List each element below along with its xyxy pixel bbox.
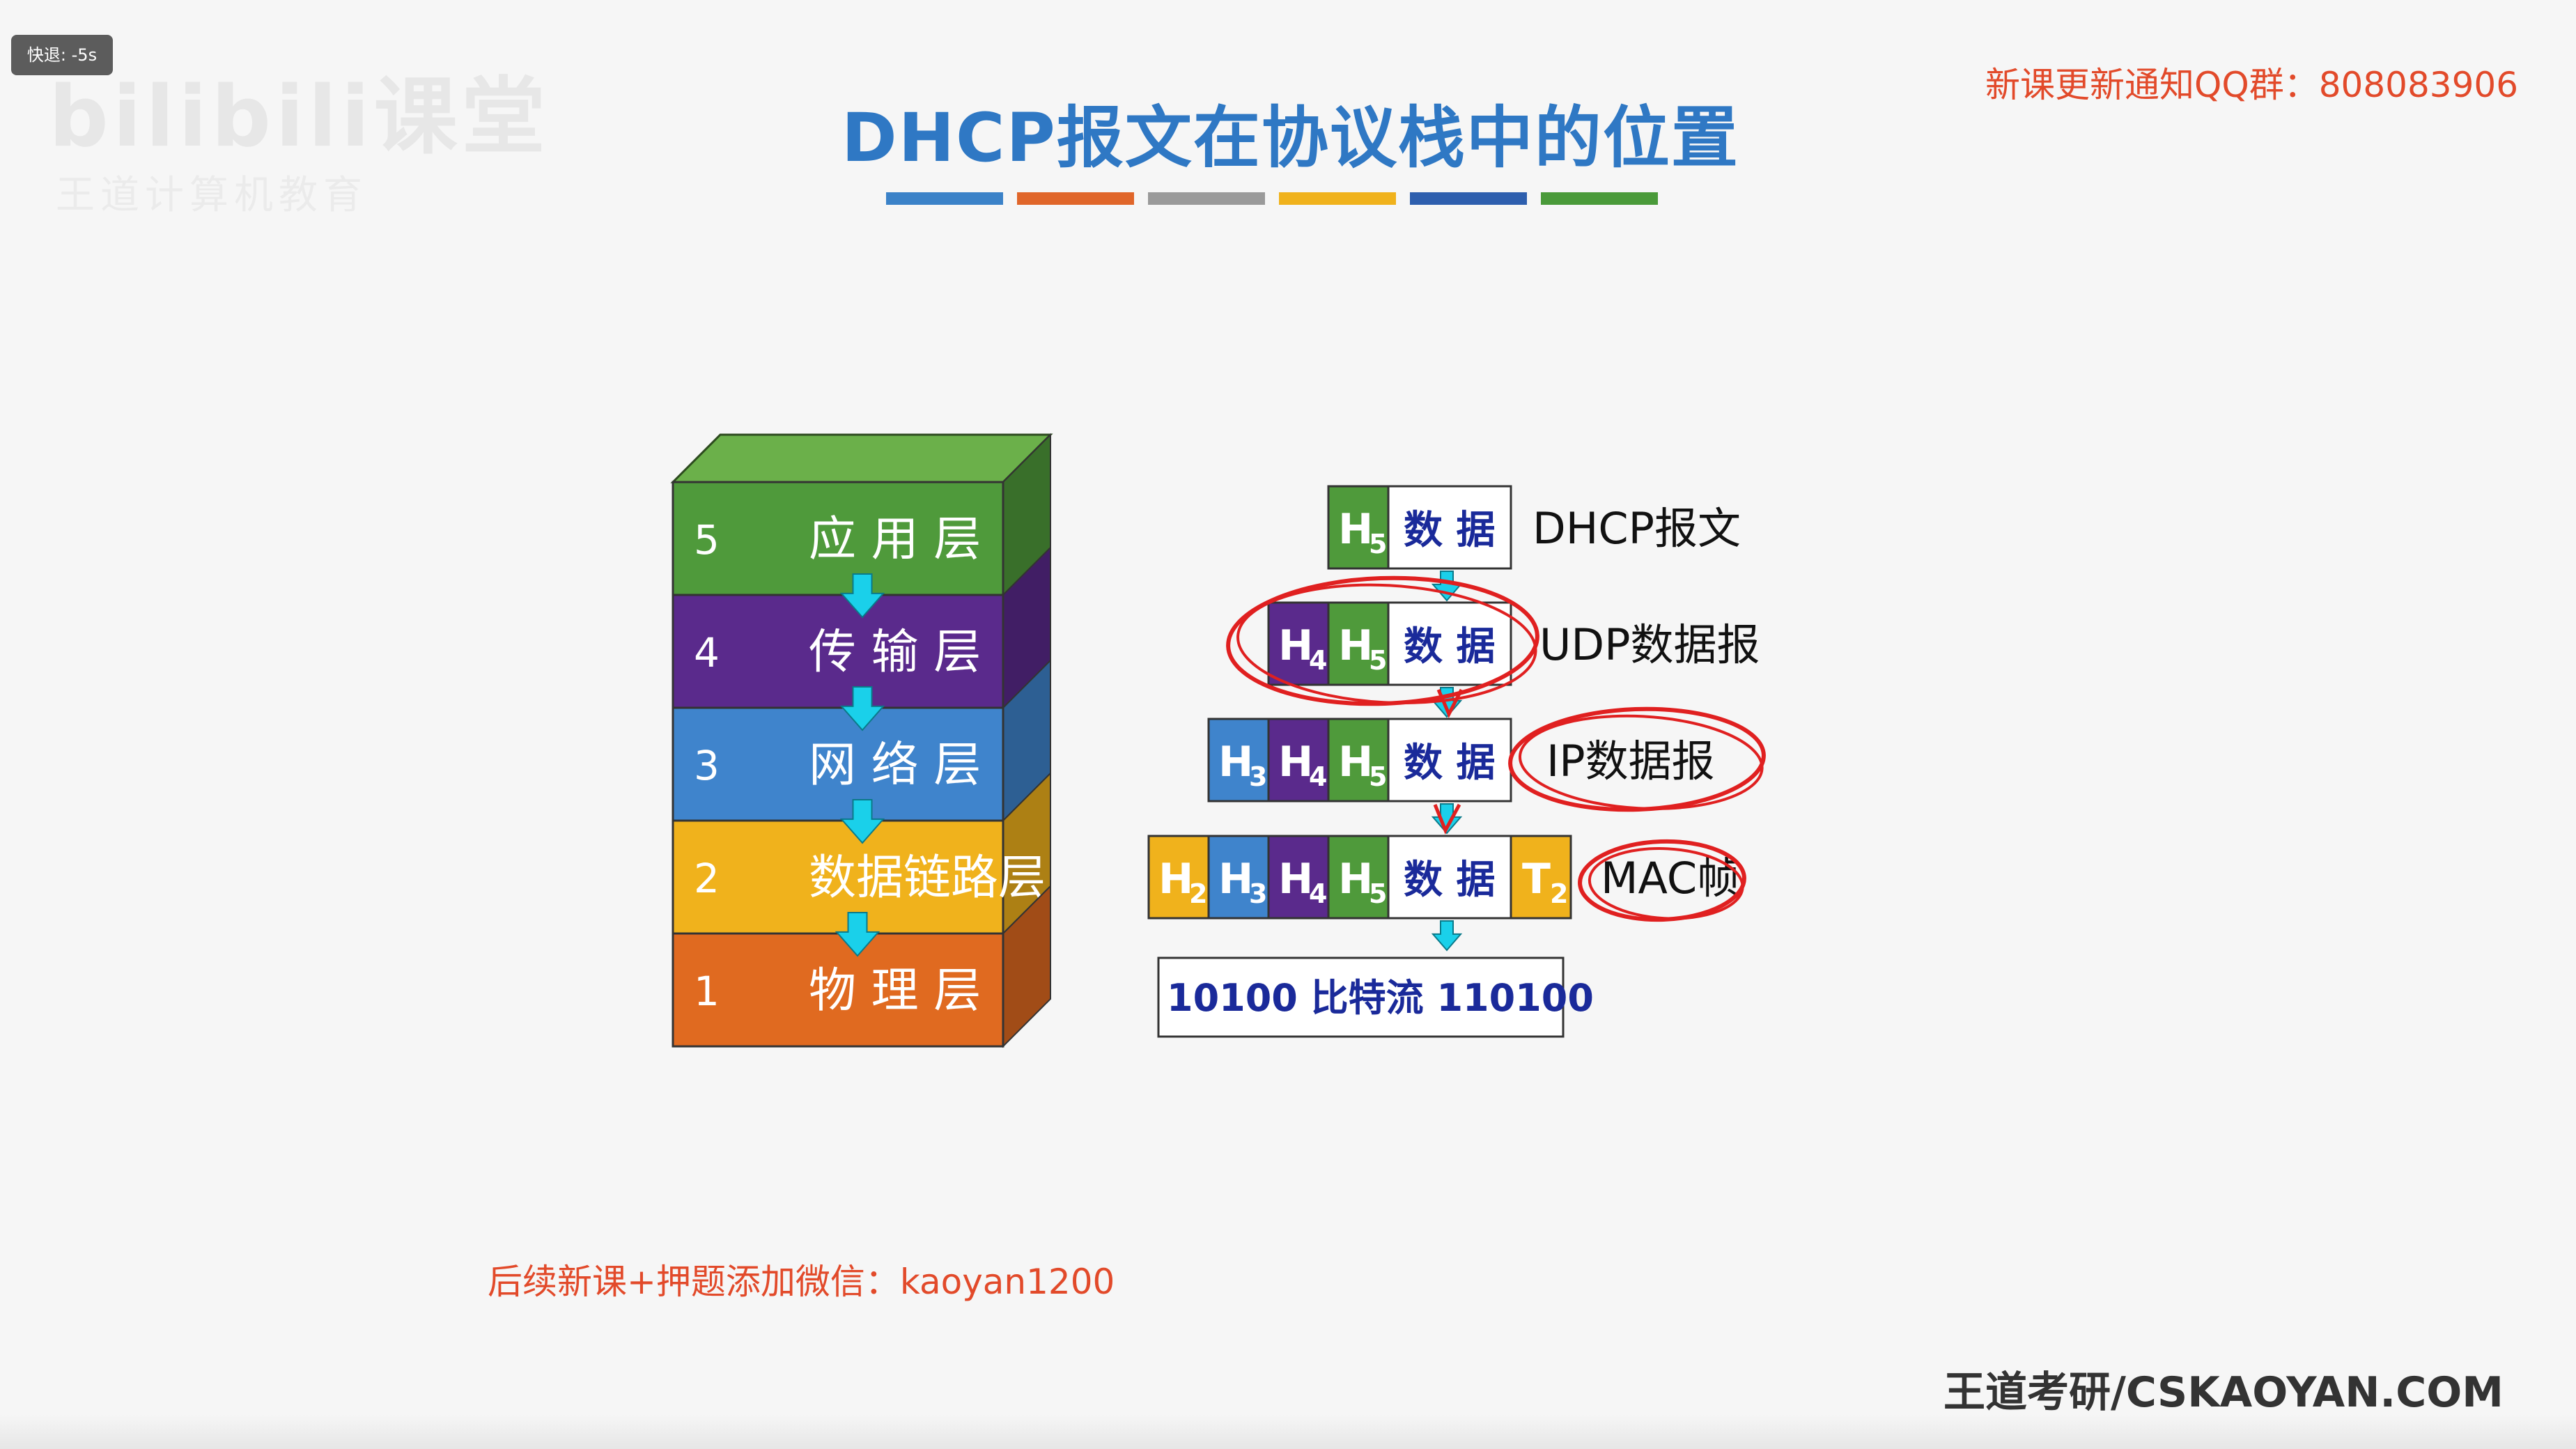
site-footer: 王道考研/CSKAOYAN.COM: [1943, 1368, 2504, 1417]
layer-number: 2: [694, 855, 720, 902]
header-subscript: 2: [1189, 878, 1207, 909]
header-label: H: [1278, 738, 1313, 787]
header-label: H: [1338, 738, 1373, 787]
header-subscript: 3: [1249, 878, 1267, 909]
header-label: H: [1338, 855, 1373, 904]
data-block-label: 数 据: [1404, 858, 1496, 903]
trailer-subscript: 2: [1550, 878, 1568, 909]
layer-number: 3: [694, 742, 720, 789]
layer-number: 5: [694, 516, 720, 564]
wechat-notice: 后续新课+押题添加微信：kaoyan1200: [488, 1262, 1115, 1302]
header-subscript: 5: [1369, 529, 1387, 559]
header-subscript: 3: [1249, 761, 1267, 792]
layer-name: 物 理 层: [809, 963, 981, 1018]
trailer-label: T: [1522, 855, 1551, 904]
encap-arrow-icon: [1431, 920, 1463, 952]
header-label: H: [1338, 505, 1373, 554]
header-subscript: 4: [1309, 645, 1327, 676]
header-label: H: [1338, 621, 1373, 670]
stack-top-face: [670, 433, 1053, 483]
header-subscript: 5: [1369, 878, 1387, 909]
header-label: H: [1158, 855, 1193, 904]
header-label: H: [1278, 855, 1313, 904]
layer-number: 4: [694, 629, 720, 676]
data-block-label: 数 据: [1404, 741, 1496, 786]
layer-number: 1: [694, 968, 720, 1015]
bottom-shadow: [0, 1414, 2576, 1449]
pdu-label: DHCP报文: [1533, 503, 1741, 554]
data-block-label: 数 据: [1404, 508, 1496, 553]
layer-name: 传 输 层: [809, 625, 981, 680]
layer-name: 网 络 层: [809, 738, 981, 793]
data-block-label: 数 据: [1404, 624, 1496, 669]
layer-name: 数据链路层: [809, 851, 1046, 906]
header-label: H: [1278, 621, 1313, 670]
pdu-label: UDP数据报: [1539, 619, 1760, 670]
header-subscript: 4: [1309, 878, 1327, 909]
header-label: H: [1218, 738, 1253, 787]
pdu-label: IP数据报: [1546, 736, 1715, 787]
header-subscript: 4: [1309, 761, 1327, 792]
protocol-stack-diagram: 5应 用 层4 传 输 层3 网 络 层2 数据链路层1 物 理 层H5 数 据 DHCP报…: [670, 433, 1766, 1048]
header-label: H: [1218, 855, 1253, 904]
header-subscript: 5: [1369, 645, 1387, 676]
layer-name: 应 用 层: [809, 512, 981, 567]
header-subscript: 5: [1369, 761, 1387, 792]
bitstream-label: 10100 比特流 110100: [1167, 976, 1594, 1020]
